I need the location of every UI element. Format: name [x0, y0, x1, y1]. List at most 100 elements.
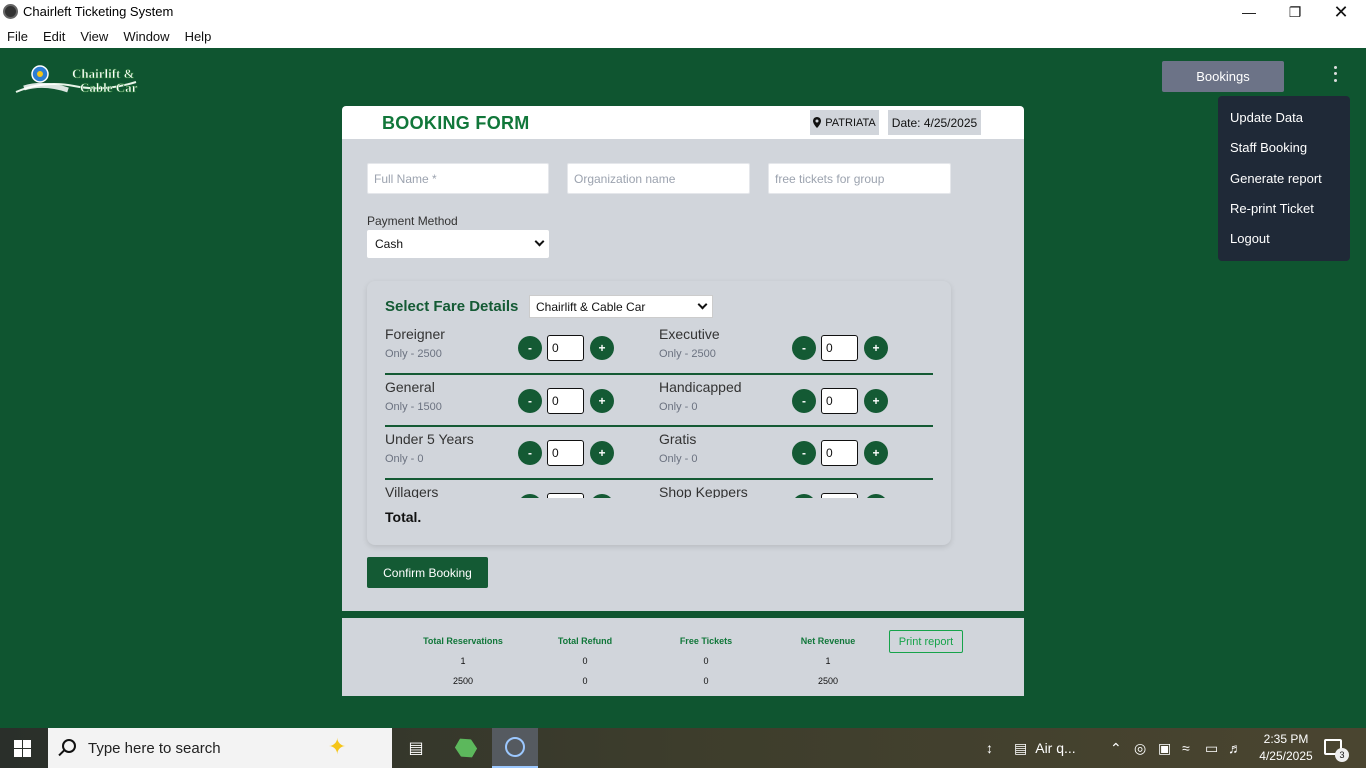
fare-row: Under 5 Years Only - 0 - 0 + Gratis Only… [385, 427, 933, 480]
chevron-down-icon [697, 299, 708, 310]
quantity-input[interactable]: 0 [547, 387, 584, 414]
weather-widget[interactable]: ▤ Air q... [1014, 728, 1076, 768]
fare-name: Foreigner [385, 326, 445, 342]
notification-count: 3 [1335, 748, 1349, 762]
page-title: BOOKING FORM [382, 113, 530, 133]
dropdown-menu: Update Data Staff Booking Generate repor… [1218, 96, 1350, 261]
clock[interactable]: 2:35 PM 4/25/2025 [1245, 731, 1327, 765]
fare-row: Foreigner Only - 2500 - 0 + Executive On… [385, 322, 933, 375]
windows-start-icon[interactable] [14, 740, 31, 757]
quantity-input[interactable]: 0 [821, 440, 858, 466]
increment-button[interactable]: + [864, 336, 888, 360]
confirm-booking-button[interactable]: Confirm Booking [367, 557, 488, 588]
taskbar-search[interactable]: Type here to search ✦ [48, 728, 392, 768]
task-view-icon[interactable]: ▤ [393, 728, 439, 768]
decrement-button[interactable]: - [792, 493, 816, 498]
map-pin-icon [813, 117, 822, 128]
increment-button[interactable]: + [590, 493, 614, 498]
menu-window[interactable]: Window [123, 29, 169, 44]
increment-button[interactable]: + [864, 388, 888, 413]
decrement-button[interactable]: - [518, 441, 542, 465]
booking-form-header: BOOKING FORM PATRIATA Date: 4/25/2025 [342, 106, 1024, 139]
device-icon[interactable]: ▣ [1158, 728, 1171, 768]
decrement-button[interactable]: - [518, 336, 542, 360]
fare-price: Only - 0 [659, 453, 698, 465]
fare-price: Only - 0 [385, 453, 424, 465]
fare-list[interactable]: Foreigner Only - 2500 - 0 + Executive On… [385, 322, 933, 498]
bookings-button[interactable]: Bookings [1162, 61, 1284, 92]
free-tickets-input[interactable]: free tickets for group [768, 163, 951, 194]
stat-free-tickets: Free Tickets 0 0 [679, 636, 733, 686]
restore-icon[interactable]: ❐ [1272, 0, 1318, 24]
menu-file[interactable]: File [7, 29, 28, 44]
svg-text:Cable Car: Cable Car [80, 80, 138, 95]
quantity-input[interactable]: 0 [821, 492, 858, 498]
menu-help[interactable]: Help [185, 29, 212, 44]
increment-button[interactable]: + [590, 441, 614, 465]
fare-name: Shop Keppers [659, 483, 748, 499]
meet-icon[interactable]: ◎ [1134, 728, 1146, 768]
quantity-input[interactable]: 0 [547, 440, 584, 466]
menu-view[interactable]: View [80, 29, 108, 44]
app-gem-icon[interactable] [443, 728, 489, 768]
menu-edit[interactable]: Edit [43, 29, 65, 44]
chevron-up-icon[interactable]: ⌃ [1110, 728, 1122, 768]
fare-name: Villagers [385, 483, 439, 499]
more-menu-icon[interactable] [1329, 64, 1341, 84]
menu-item-update-data[interactable]: Update Data [1218, 106, 1350, 136]
increment-button[interactable]: + [590, 336, 614, 360]
logo[interactable]: Chairlift & Cable Car [14, 62, 138, 100]
print-report-button[interactable]: Print report [889, 630, 963, 653]
organization-input[interactable]: Organization name [567, 163, 750, 194]
fare-item: Villagers - 0 + [385, 480, 659, 499]
wifi-icon[interactable]: ≈ [1182, 728, 1190, 768]
sparkle-icon: ✦ [328, 734, 347, 759]
menu-bar: File Edit View Window Help [0, 24, 1366, 48]
fare-name: Under 5 Years [385, 431, 474, 447]
volume-icon[interactable]: ♬ [1228, 728, 1242, 768]
fare-name: General [385, 378, 435, 395]
fare-price: Only - 2500 [385, 348, 442, 360]
fare-price: Only - 2500 [659, 348, 716, 360]
minimize-icon[interactable]: — [1226, 0, 1272, 24]
fare-type-select[interactable]: Chairlift & Cable Car [529, 295, 713, 318]
increment-button[interactable]: + [864, 441, 888, 465]
app-icon [3, 4, 18, 19]
close-icon[interactable]: ✕ [1318, 0, 1364, 24]
increment-button[interactable]: + [864, 493, 888, 498]
battery-icon[interactable]: ▭ [1205, 728, 1218, 768]
quantity-input[interactable]: 0 [821, 387, 858, 414]
fare-item: Foreigner Only - 2500 - 0 + [385, 322, 659, 374]
chevron-down-icon [534, 236, 545, 247]
stat-net-revenue: Net Revenue 1 2500 [800, 636, 856, 686]
quantity-input[interactable]: 0 [821, 335, 858, 361]
fare-item: Handicapped Only - 0 - 0 + [659, 375, 933, 427]
fare-title: Select Fare Details [385, 298, 519, 315]
menu-item-logout[interactable]: Logout [1218, 227, 1350, 257]
fare-price: Only - 1500 [385, 400, 442, 413]
decrement-button[interactable]: - [792, 441, 816, 465]
fare-name: Gratis [659, 431, 697, 447]
quantity-input[interactable]: 0 [547, 492, 584, 498]
booking-form: Full Name * Organization name free ticke… [342, 139, 1024, 611]
decrement-button[interactable]: - [518, 493, 542, 498]
quantity-input[interactable]: 0 [547, 335, 584, 361]
stat-total-reservations: Total Reservations 1 2500 [423, 636, 503, 686]
fare-row: General Only - 1500 - 0 + Handicapped On… [385, 375, 933, 427]
svg-text:Chairlift &: Chairlift & [72, 66, 135, 81]
increment-button[interactable]: + [590, 388, 614, 413]
fare-name: Handicapped [659, 378, 742, 395]
decrement-button[interactable]: - [792, 388, 816, 413]
payment-method-select[interactable]: Cash [367, 230, 549, 258]
menu-item-generate-report[interactable]: Generate report [1218, 167, 1350, 197]
title-bar: Chairleft Ticketing System — ❐ ✕ [0, 0, 1366, 24]
fare-price: Only - 0 [659, 400, 698, 413]
decrement-button[interactable]: - [518, 388, 542, 413]
menu-item-staff-booking[interactable]: Staff Booking [1218, 136, 1350, 166]
full-name-input[interactable]: Full Name * [367, 163, 549, 194]
decrement-button[interactable]: - [792, 336, 816, 360]
app-electron-icon[interactable] [492, 728, 538, 768]
menu-item-reprint-ticket[interactable]: Re-print Ticket [1218, 197, 1350, 227]
tray-scroll-icon[interactable]: ↕ [986, 728, 993, 768]
date-badge: Date: 4/25/2025 [888, 110, 981, 135]
